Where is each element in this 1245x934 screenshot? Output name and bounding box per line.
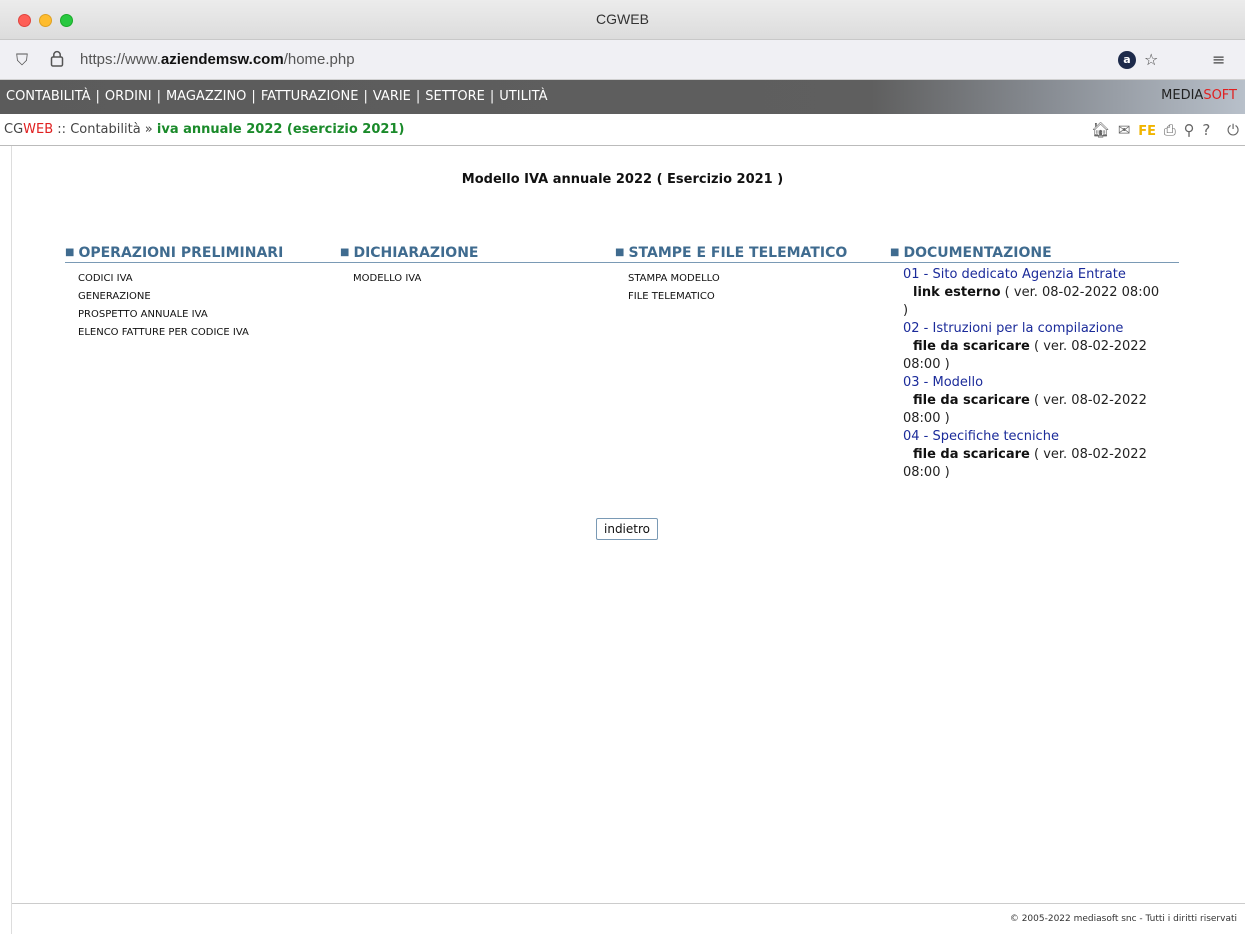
link-file-telematico[interactable]: FILE TELEMATICO bbox=[628, 288, 847, 306]
breadcrumb-section[interactable]: Contabilità bbox=[70, 122, 140, 137]
url-domain: aziendemsw.com bbox=[160, 51, 284, 68]
browser-toolbar: ⛉ https://www.aziendemsw.com/home.php a … bbox=[0, 40, 1245, 80]
doc-version: ( ver. 08-02-2022 bbox=[1033, 447, 1147, 462]
main-menu-bar: CONTABILITÀ | ORDINI | MAGAZZINO | FATTURAZION… bbox=[0, 80, 1245, 114]
breadcrumb: CGWEB :: Contabilità » iva annuale 2022 … bbox=[4, 122, 404, 137]
link-modello-iva[interactable]: MODELLO IVA bbox=[353, 270, 478, 288]
link-generazione[interactable]: GENERAZIONE bbox=[78, 288, 283, 306]
doc-version-end: 08:00 ) bbox=[903, 411, 950, 426]
column-heading: ■ STAMPE E FILE TELEMATICO bbox=[615, 245, 847, 261]
fe-icon[interactable]: FE bbox=[1138, 124, 1156, 139]
brand-logo: MEDIASOFT bbox=[1161, 88, 1237, 103]
breadcrumb-bar: CGWEB :: Contabilità » iva annuale 2022 … bbox=[0, 114, 1245, 146]
column-heading: ■ OPERAZIONI PRELIMINARI bbox=[65, 245, 283, 261]
doc-kind: file da scaricare bbox=[913, 339, 1030, 354]
doc-link-sito-agenzia[interactable]: 01 - Sito dedicato Agenzia Entrate bbox=[903, 266, 1170, 284]
back-button[interactable]: indietro bbox=[596, 518, 658, 540]
column-items: STAMPA MODELLO FILE TELEMATICO bbox=[615, 270, 847, 306]
column-heading: ■ DICHIARAZIONE bbox=[340, 245, 478, 261]
column-title: OPERAZIONI PRELIMINARI bbox=[78, 245, 284, 261]
menu-separator: | bbox=[415, 89, 421, 104]
brand-main: MEDIA bbox=[1161, 88, 1204, 103]
link-codici-iva[interactable]: CODICI IVA bbox=[78, 270, 283, 288]
breadcrumb-separator: » bbox=[140, 122, 157, 137]
menu-settore[interactable]: SETTORE bbox=[425, 89, 485, 104]
column-title: DICHIARAZIONE bbox=[353, 245, 479, 261]
page-title: Modello IVA annuale 2022 ( Esercizio 202… bbox=[461, 172, 784, 187]
menu-varie[interactable]: VARIE bbox=[373, 89, 411, 104]
doc-meta: link esterno ( ver. 08-02-2022 08:00 bbox=[903, 284, 1170, 302]
doc-link-istruzioni[interactable]: 02 - Istruzioni per la compilazione bbox=[903, 320, 1170, 338]
column-items: CODICI IVA GENERAZIONE PROSPETTO ANNUALE… bbox=[65, 270, 283, 342]
doc-meta: file da scaricare ( ver. 08-02-2022 bbox=[903, 446, 1170, 464]
shield-icon[interactable]: ⛉ bbox=[16, 50, 28, 70]
doc-link-specifiche-tecniche[interactable]: 04 - Specifiche tecniche bbox=[903, 428, 1170, 446]
breadcrumb-app-a[interactable]: CG bbox=[4, 122, 23, 137]
column-operazioni-preliminari: ■ OPERAZIONI PRELIMINARI CODICI IVA GENER… bbox=[65, 245, 283, 342]
menu-contabilita[interactable]: CONTABILITÀ bbox=[6, 89, 91, 104]
power-icon[interactable]: ⏻ bbox=[1227, 121, 1239, 139]
left-edge bbox=[0, 146, 12, 934]
help-icon[interactable]: ? bbox=[1202, 121, 1210, 139]
breadcrumb-app-b[interactable]: WEB bbox=[23, 122, 53, 137]
doc-kind: link esterno bbox=[913, 285, 1001, 300]
bullet-icon: ■ bbox=[890, 247, 900, 258]
column-documentazione: ■ DOCUMENTAZIONE 01 - Sito dedicato Agenz… bbox=[890, 245, 1170, 482]
column-items: MODELLO IVA bbox=[340, 270, 478, 288]
menu-fatturazione[interactable]: FATTURAZIONE bbox=[261, 89, 359, 104]
doc-version-end: ) bbox=[903, 303, 909, 318]
menu-utilita[interactable]: UTILITÀ bbox=[499, 89, 547, 104]
doc-link-modello[interactable]: 03 - Modello bbox=[903, 374, 1170, 392]
doc-version: ( ver. 08-02-2022 08:00 bbox=[1004, 285, 1160, 300]
doc-kind: file da scaricare bbox=[913, 393, 1030, 408]
extension-icon[interactable]: a bbox=[1118, 51, 1136, 69]
brand-accent: SOFT bbox=[1203, 88, 1237, 103]
tool-icons: 🏠︎ ✉ FE ⎙ ⚲ ? ⏻ bbox=[1088, 121, 1239, 139]
search-icon[interactable]: ⚲ bbox=[1184, 121, 1195, 139]
link-elenco-fatture[interactable]: ELENCO FATTURE PER CODICE IVA bbox=[78, 324, 283, 342]
menu-ordini[interactable]: ORDINI bbox=[105, 89, 152, 104]
link-prospetto-annuale-iva[interactable]: PROSPETTO ANNUALE IVA bbox=[78, 306, 283, 324]
doc-version-end: 08:00 ) bbox=[903, 465, 950, 480]
link-stampa-modello[interactable]: STAMPA MODELLO bbox=[628, 270, 847, 288]
lock-icon[interactable] bbox=[50, 50, 64, 71]
menu-separator: | bbox=[363, 89, 368, 104]
doc-meta: file da scaricare ( ver. 08-02-2022 bbox=[903, 338, 1170, 356]
menu-separator: | bbox=[156, 89, 161, 104]
doc-meta: file da scaricare ( ver. 08-02-2022 bbox=[903, 392, 1170, 410]
column-heading: ■ DOCUMENTAZIONE bbox=[890, 245, 1170, 261]
doc-version-end: 08:00 ) bbox=[903, 357, 950, 372]
footer-copyright: © 2005-2022 mediasoft snc - Tutti i diri… bbox=[1009, 914, 1237, 924]
column-title: STAMPE E FILE TELEMATICO bbox=[628, 245, 848, 261]
bullet-icon: ■ bbox=[340, 247, 350, 258]
breadcrumb-separator: :: bbox=[53, 122, 71, 137]
breadcrumb-current: iva annuale 2022 (esercizio 2021) bbox=[156, 122, 405, 137]
menu-separator: | bbox=[251, 89, 256, 104]
doc-version: ( ver. 08-02-2022 bbox=[1033, 339, 1147, 354]
print-icon[interactable]: ⎙ bbox=[1164, 121, 1176, 139]
doc-version: ( ver. 08-02-2022 bbox=[1033, 393, 1147, 408]
window-title: CGWEB bbox=[596, 11, 649, 27]
bullet-icon: ■ bbox=[65, 247, 75, 258]
doc-list: 01 - Sito dedicato Agenzia Entrate link … bbox=[890, 266, 1170, 482]
footer-divider bbox=[12, 903, 1245, 904]
menu-separator: | bbox=[95, 89, 100, 104]
mail-icon[interactable]: ✉ bbox=[1118, 121, 1131, 139]
hamburger-menu-icon[interactable]: ≡ bbox=[1212, 50, 1225, 69]
url-prefix: https://www. bbox=[80, 51, 161, 68]
column-dichiarazione: ■ DICHIARAZIONE MODELLO IVA bbox=[340, 245, 478, 288]
menu-separator: | bbox=[489, 89, 495, 104]
url-path: /home.php bbox=[283, 51, 355, 68]
main-menu: CONTABILITÀ | ORDINI | MAGAZZINO | FATTURAZION… bbox=[6, 89, 548, 104]
home-icon[interactable]: 🏠︎ bbox=[1091, 121, 1110, 139]
menu-magazzino[interactable]: MAGAZZINO bbox=[166, 89, 246, 104]
column-stampe-file-telematico: ■ STAMPE E FILE TELEMATICO STAMPA MODELLO… bbox=[615, 245, 847, 306]
bullet-icon: ■ bbox=[615, 247, 625, 258]
column-title: DOCUMENTAZIONE bbox=[903, 245, 1052, 261]
doc-kind: file da scaricare bbox=[913, 447, 1030, 462]
address-bar[interactable]: https://www.aziendemsw.com/home.php bbox=[80, 51, 355, 68]
window-titlebar: CGWEB bbox=[0, 0, 1245, 40]
bookmark-star-icon[interactable]: ☆ bbox=[1144, 50, 1158, 69]
